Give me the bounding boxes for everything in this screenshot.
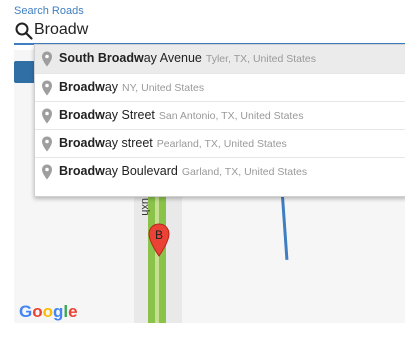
suggestion-text: Broadway street Pearland, TX, United Stat… <box>59 136 287 150</box>
suggestion-item[interactable]: Broadway Boulevard Garland, TX, United St… <box>35 157 405 185</box>
suggestion-text: Broadway NY, United States <box>59 80 205 94</box>
location-pin-icon <box>42 80 52 96</box>
map-marker-b[interactable]: B <box>148 223 170 257</box>
suggestion-item[interactable]: Broadway Street San Antonio, TX, United S… <box>35 101 405 129</box>
suggestion-item[interactable]: Broadway street Pearland, TX, United Stat… <box>35 129 405 157</box>
location-pin-icon <box>42 136 52 152</box>
location-pin-icon <box>42 164 52 180</box>
road-label: uxh <box>139 198 151 216</box>
suggestion-text: Broadway Street San Antonio, TX, United S… <box>59 108 304 122</box>
suggestion-text: Broadway Boulevard Garland, TX, United St… <box>59 164 308 178</box>
search-row[interactable] <box>14 19 405 43</box>
map-control-chip[interactable] <box>14 61 36 83</box>
location-pin-icon <box>42 51 52 67</box>
suggestion-item[interactable]: Broadway NY, United States <box>35 73 405 101</box>
location-pin-icon <box>42 108 52 124</box>
google-logo: Google <box>19 302 78 321</box>
search-label: Search Roads <box>14 5 84 17</box>
suggestions-dropdown: South Broadway Avenue Tyler, TX, United S… <box>34 44 405 197</box>
search-icon[interactable] <box>14 21 34 41</box>
suggestion-text: South Broadway Avenue Tyler, TX, United S… <box>59 51 316 65</box>
marker-letter: B <box>154 228 163 242</box>
suggestion-item[interactable]: South Broadway Avenue Tyler, TX, United S… <box>35 45 405 73</box>
search-input[interactable] <box>34 20 394 40</box>
